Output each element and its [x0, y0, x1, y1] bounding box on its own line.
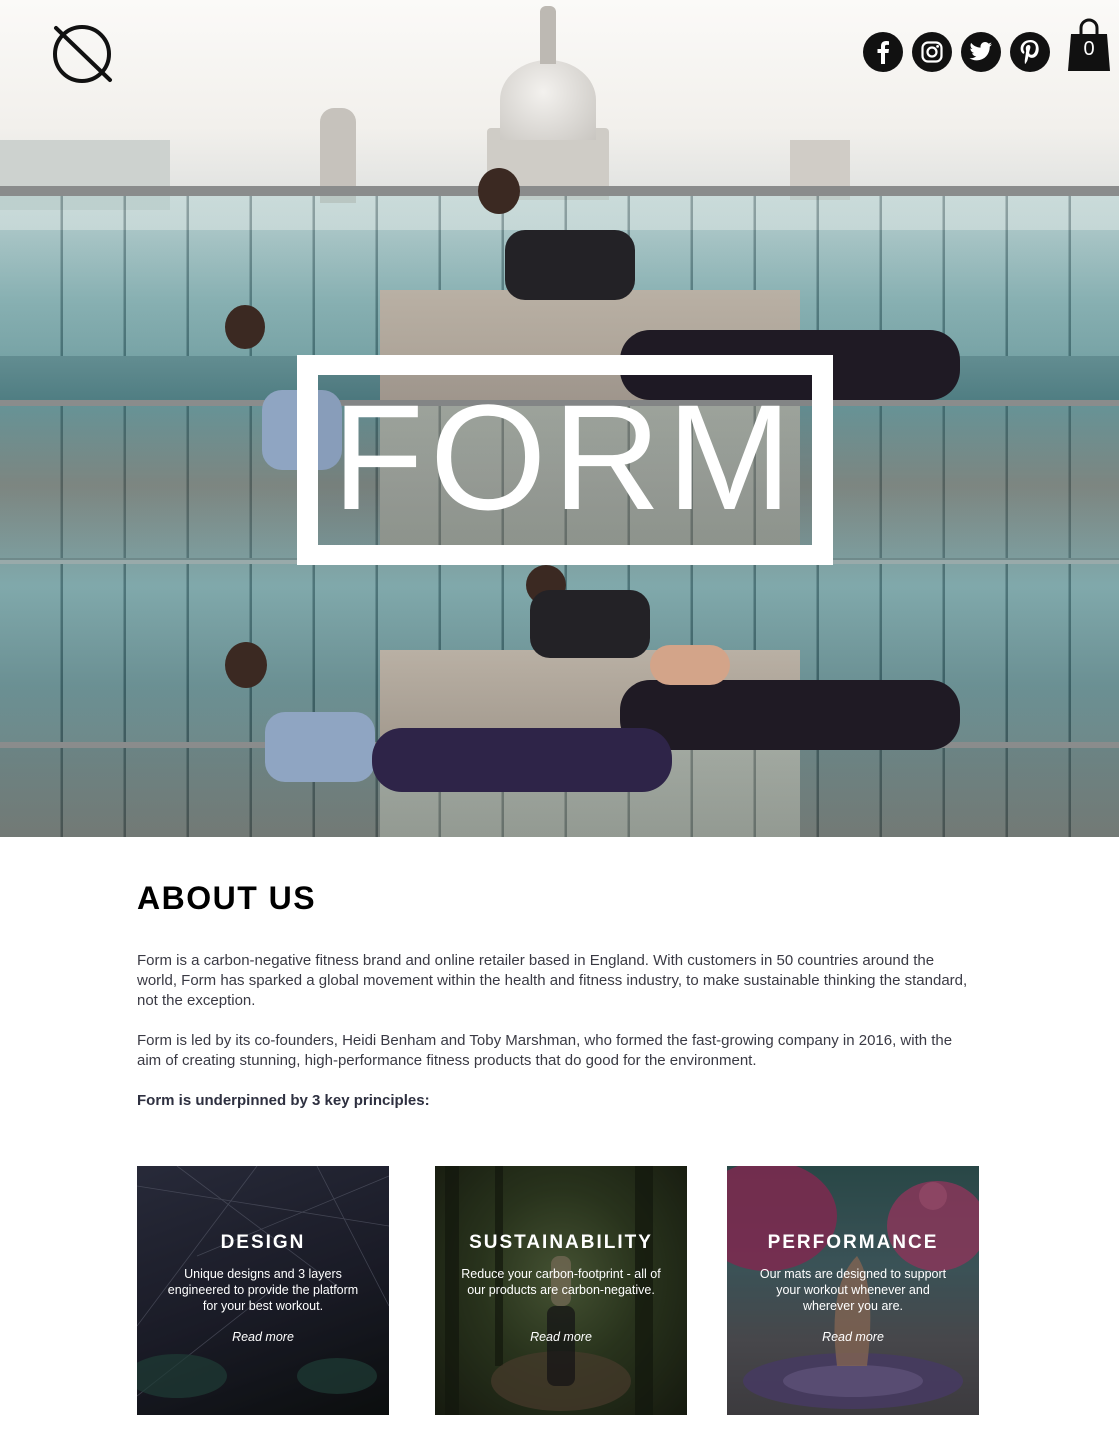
hero-person	[530, 590, 650, 658]
about-paragraph: Form is a carbon-negative fitness brand …	[137, 952, 968, 1009]
twitter-icon[interactable]	[961, 32, 1001, 72]
principle-card-design[interactable]: DESIGN Unique designs and 3 layers engin…	[137, 1166, 389, 1415]
planet-logo-icon[interactable]	[50, 22, 114, 86]
hero-person	[372, 728, 672, 792]
hero-dome	[500, 60, 596, 140]
card-title: SUSTAINABILITY	[469, 1232, 653, 1253]
about-paragraph: Form is led by its co-founders, Heidi Be…	[137, 1032, 953, 1069]
hero-person	[650, 645, 730, 685]
about-heading: ABOUT US	[137, 880, 317, 916]
hero-person	[505, 230, 635, 300]
hero-person	[225, 305, 265, 349]
card-text: Reduce your carbon-footprint - all of ou…	[461, 1267, 661, 1297]
instagram-icon[interactable]	[912, 32, 952, 72]
card-text: Our mats are designed to support your wo…	[759, 1267, 947, 1313]
read-more-link[interactable]: Read more	[727, 1330, 979, 1344]
principles-intro: Form is underpinned by 3 key principles:	[137, 1092, 430, 1109]
cart-count[interactable]: 0	[1066, 38, 1112, 61]
read-more-link[interactable]: Read more	[137, 1330, 389, 1344]
hero-person	[620, 680, 960, 750]
hero-person	[265, 712, 375, 782]
facebook-icon[interactable]	[863, 32, 903, 72]
card-title: PERFORMANCE	[767, 1232, 939, 1253]
hero-title: FORM	[332, 373, 798, 541]
pinterest-icon[interactable]	[1010, 32, 1050, 72]
principle-card-sustainability[interactable]: SUSTAINABILITY Reduce your carbon-footpr…	[435, 1166, 687, 1415]
read-more-link[interactable]: Read more	[435, 1330, 687, 1344]
hero-person	[478, 168, 520, 214]
principle-card-performance[interactable]: PERFORMANCE Our mats are designed to sup…	[727, 1166, 979, 1415]
card-text: Unique designs and 3 layers engineered t…	[167, 1267, 359, 1313]
hero-person	[225, 642, 267, 688]
card-title: DESIGN	[220, 1232, 306, 1253]
hero-lantern	[540, 6, 556, 64]
hero-rail	[0, 186, 1119, 196]
